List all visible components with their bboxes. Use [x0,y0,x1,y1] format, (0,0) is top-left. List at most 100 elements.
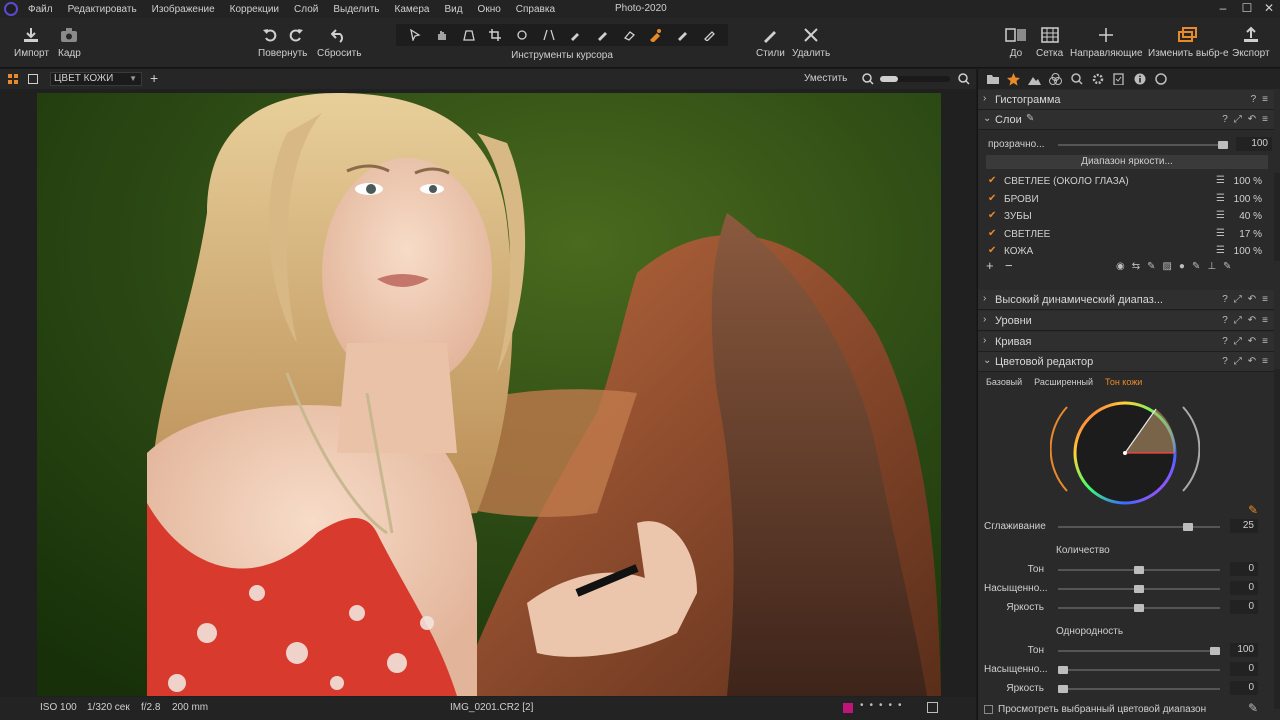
zoom-in-icon[interactable] [958,73,970,85]
edit-selected-button[interactable]: Изменить выбр-е [1148,24,1229,59]
help-icon[interactable]: ? [1251,94,1257,105]
tab-0[interactable]: Базовый [986,377,1022,387]
panel-scrollbar[interactable] [1274,369,1280,709]
grid-button[interactable]: Сетка [1036,24,1063,59]
menu-edit[interactable]: Редактировать [68,4,137,15]
view-selected-checkbox[interactable] [984,705,993,714]
checkmark-icon[interactable]: ✔ [988,193,996,204]
circle-tab-icon[interactable] [1150,69,1171,89]
export-button[interactable]: Экспорт [1232,24,1270,59]
uniformity-slider[interactable] [1058,666,1220,674]
star-tab-icon[interactable] [1003,69,1024,89]
copy-icon[interactable]: ⤢ [1234,114,1242,125]
gradient-tool-icon[interactable] [673,26,691,44]
menu-icon[interactable]: ≡ [1262,356,1268,367]
opacity-value[interactable]: 100 [1236,137,1272,151]
opacity-slider[interactable] [1058,141,1228,149]
skin-tone-color-wheel[interactable] [1050,395,1200,505]
levels-section-header[interactable]: › Уровни ? ⤢ ↶ ≡ [978,311,1274,331]
brush-tool-icon[interactable] [593,26,611,44]
sliders-icon[interactable]: ☰ [1216,228,1225,239]
guides-button[interactable]: Направляющие [1070,24,1143,59]
pointer-tool-icon[interactable] [406,26,424,44]
slider-knob[interactable] [1058,666,1068,674]
menu-icon[interactable]: ≡ [1262,336,1268,347]
menu-select[interactable]: Выделить [333,4,379,15]
uniformity-value[interactable]: 100 [1230,643,1258,657]
slider-knob[interactable] [1134,566,1144,574]
info-icon[interactable] [1129,69,1150,89]
uniformity-value[interactable]: 0 [1230,681,1258,695]
luma-range-button[interactable]: Диапазон яркости... [986,155,1268,169]
checkmark-icon[interactable]: ✔ [988,228,996,239]
multi-view-icon[interactable] [8,74,18,84]
slider-knob[interactable] [1058,685,1068,693]
amount-slider[interactable] [1058,585,1220,593]
amount-slider[interactable] [1058,566,1220,574]
minimize-button[interactable]: – [1216,1,1230,15]
slider-knob[interactable] [1134,604,1144,612]
menu-icon[interactable]: ≡ [1262,94,1268,105]
copy-icon[interactable]: ⤢ [1234,315,1242,326]
amount-value[interactable]: 0 [1230,581,1258,595]
reset-button[interactable]: Сбросить [317,24,361,59]
histogram-section-header[interactable]: › Гистограмма ? ≡ [978,90,1274,110]
smoothing-slider[interactable] [1058,523,1220,531]
zoom-slider[interactable] [880,76,950,82]
uniformity-slider[interactable] [1058,685,1220,693]
frame-button[interactable]: Кадр [58,24,81,59]
copy-icon[interactable]: ⤢ [1234,356,1242,367]
sliders-icon[interactable]: ☰ [1216,175,1225,186]
clone-tool-icon[interactable] [700,26,718,44]
single-view-icon[interactable] [28,74,38,84]
remove-layer-icon[interactable]: − [1005,258,1013,273]
styles-button[interactable]: Стили [756,24,785,59]
slider-knob[interactable] [1218,141,1228,149]
gear-icon[interactable] [1087,69,1108,89]
checkmark-icon[interactable]: ✔ [988,210,996,221]
sliders-icon[interactable]: ☰ [1216,245,1225,256]
eraser-tool-icon[interactable] [620,26,638,44]
menu-layer[interactable]: Слой [294,4,318,15]
hdr-section-header[interactable]: › Высокий динамический диапаз... ? ⤢ ↶ ≡ [978,290,1274,310]
uniformity-slider[interactable] [1058,647,1220,655]
menu-camera[interactable]: Камера [395,4,430,15]
layer-row[interactable]: ✔ КОЖА ☰ 100 % [986,243,1266,260]
close-window-button[interactable]: ✕ [1262,1,1276,15]
rotate-tool-icon[interactable] [513,26,531,44]
menu-icon[interactable]: ≡ [1262,294,1268,305]
amount-slider[interactable] [1058,604,1220,612]
reset-icon[interactable]: ↶ [1248,294,1256,305]
hand-tool-icon[interactable] [433,26,451,44]
folder-tab-icon[interactable] [982,69,1003,89]
color-tab-icon[interactable] [1045,69,1066,89]
before-button[interactable]: До [1005,24,1027,59]
slider-knob[interactable] [1210,647,1220,655]
layer-list-scrollbar[interactable] [1274,173,1280,261]
menu-window[interactable]: Окно [478,4,501,15]
uniformity-value[interactable]: 0 [1230,662,1258,676]
sliders-icon[interactable]: ☰ [1216,210,1225,221]
tab-2[interactable]: Тон кожи [1105,377,1142,387]
checkmark-icon[interactable]: ✔ [988,175,996,186]
slider-knob[interactable] [1182,523,1193,531]
keystone-tool-icon[interactable] [540,26,558,44]
crop-tool-icon[interactable] [486,26,504,44]
layer-row[interactable]: ✔ СВЕТЛЕЕ (ОКОЛО ГЛАЗА) ☰ 100 % [986,173,1266,190]
delete-button[interactable]: Удалить [792,24,830,59]
color-editor-section-header[interactable]: ⌄ Цветовой редактор ? ⤢ ↶ ≡ [978,352,1274,372]
copy-icon[interactable]: ⤢ [1234,294,1242,305]
mask-select[interactable]: ЦВЕТ КОЖИ ▼ [50,72,142,86]
reset-icon[interactable]: ↶ [1248,336,1256,347]
menu-help[interactable]: Справка [516,4,555,15]
add-layer-icon[interactable]: + [986,258,994,273]
tab-1[interactable]: Расширенный [1034,377,1093,387]
menu-image[interactable]: Изображение [152,4,215,15]
help-icon[interactable]: ? [1222,315,1228,326]
reset-icon[interactable]: ↶ [1248,356,1256,367]
curve-section-header[interactable]: › Кривая ? ⤢ ↶ ≡ [978,332,1274,352]
fit-label[interactable]: Уместить [804,73,847,84]
smoothing-value[interactable]: 25 [1230,519,1258,533]
slider-knob[interactable] [1134,585,1144,593]
menu-icon[interactable]: ≡ [1262,315,1268,326]
